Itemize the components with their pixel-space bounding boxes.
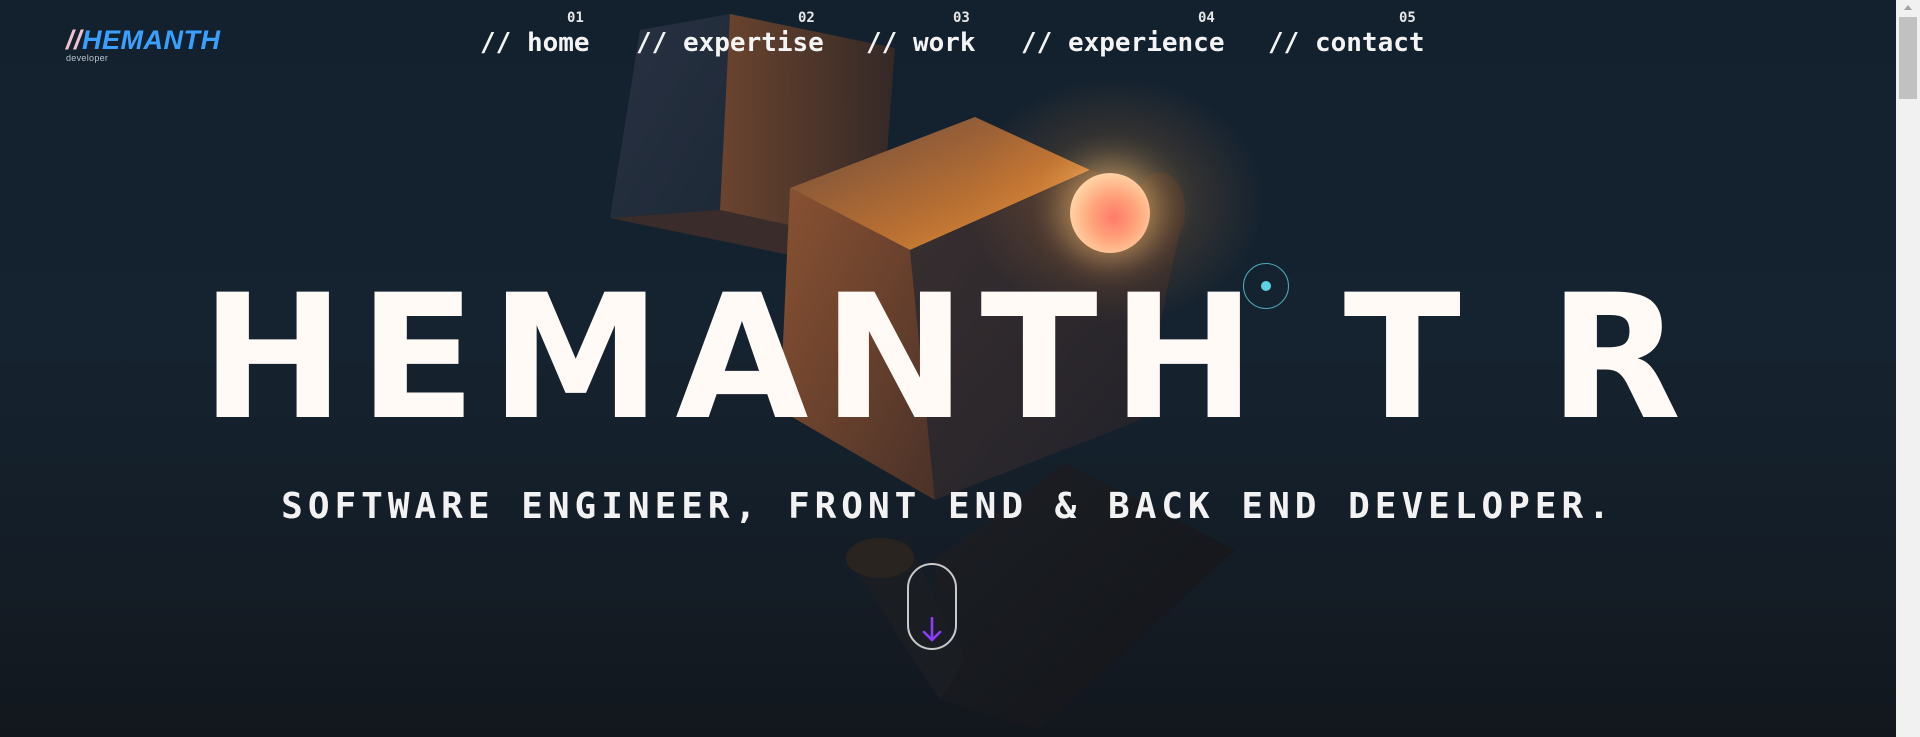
nav-number-expertise: 02 xyxy=(798,10,815,26)
nav-link-work[interactable]: // work xyxy=(866,28,976,58)
nav-link-expertise[interactable]: // expertise xyxy=(636,28,824,58)
nav-number-home: 01 xyxy=(567,10,584,26)
hero-title: HEMANTH T R xyxy=(200,257,1696,458)
nav-number-work: 03 xyxy=(953,10,970,26)
hero-section: //HEMANTH developer 01 // home 02 // exp… xyxy=(0,0,1896,737)
nav-link-home[interactable]: // home xyxy=(480,28,590,58)
page-scrollbar[interactable] xyxy=(1896,0,1920,737)
scroll-up-arrow-icon[interactable] xyxy=(1896,0,1920,14)
cursor-dot xyxy=(1261,281,1271,291)
glowing-orb xyxy=(1070,173,1150,253)
arrow-down-icon xyxy=(922,617,942,642)
nav-number-contact: 05 xyxy=(1399,10,1416,26)
hero-subtitle: SOFTWARE ENGINEER, FRONT END & BACK END … xyxy=(281,486,1615,527)
nav-link-experience[interactable]: // experience xyxy=(1021,28,1225,58)
nav-number-experience: 04 xyxy=(1198,10,1215,26)
main-nav: 01 // home 02 // expertise 03 // work 04… xyxy=(0,10,1896,70)
scroll-down-button[interactable] xyxy=(907,563,957,650)
nav-link-contact[interactable]: // contact xyxy=(1268,28,1425,58)
scrollbar-thumb[interactable] xyxy=(1899,17,1917,99)
